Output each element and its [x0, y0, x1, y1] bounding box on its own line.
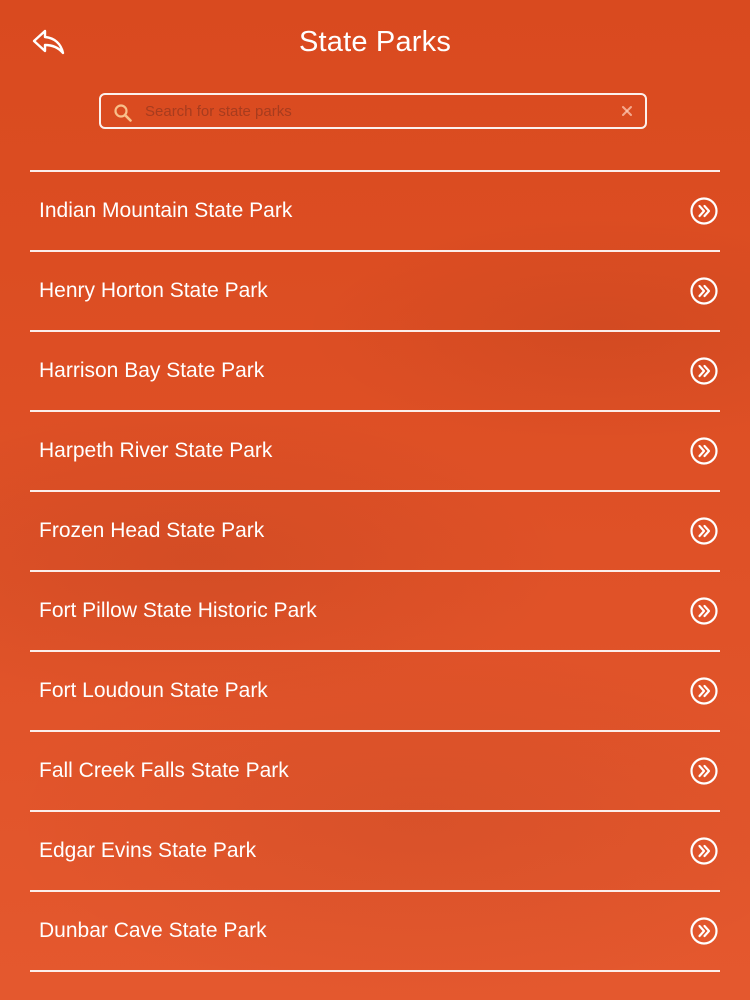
list-item-label: Frozen Head State Park [39, 519, 265, 542]
list-item[interactable]: Indian Mountain State Park [30, 172, 720, 252]
list-item[interactable]: Fort Pillow State Historic Park [30, 572, 720, 652]
list-item-label: Harpeth River State Park [39, 439, 273, 462]
search-icon [114, 104, 132, 122]
circle-double-chevron-right-icon[interactable] [689, 436, 719, 466]
list-item-label: Henry Horton State Park [39, 279, 268, 302]
list-item[interactable]: Harrison Bay State Park [30, 332, 720, 412]
list-item-label: Fort Loudoun State Park [39, 679, 268, 702]
list-item[interactable]: Harpeth River State Park [30, 412, 720, 492]
circle-double-chevron-right-icon[interactable] [689, 836, 719, 866]
circle-double-chevron-right-icon[interactable] [689, 276, 719, 306]
circle-double-chevron-right-icon[interactable] [689, 516, 719, 546]
circle-double-chevron-right-icon[interactable] [689, 756, 719, 786]
list-item[interactable]: Henry Horton State Park [30, 252, 720, 332]
list-item[interactable]: Dunbar Cave State Park [30, 892, 720, 972]
circle-double-chevron-right-icon[interactable] [689, 356, 719, 386]
list-item-label: Indian Mountain State Park [39, 199, 293, 222]
circle-double-chevron-right-icon[interactable] [689, 916, 719, 946]
list-item[interactable]: Frozen Head State Park [30, 492, 720, 572]
clear-icon[interactable] [619, 103, 635, 119]
list-item-label: Fall Creek Falls State Park [39, 759, 289, 782]
page-title: State Parks [298, 26, 452, 58]
list-item-label: Fort Pillow State Historic Park [39, 599, 317, 622]
list-item-label: Edgar Evins State Park [39, 839, 257, 862]
list-item[interactable]: Fort Loudoun State Park [30, 652, 720, 732]
list-item[interactable]: Fall Creek Falls State Park [30, 732, 720, 812]
state-parks-list: Indian Mountain State Park Henry Horton … [30, 170, 720, 972]
search-input[interactable] [145, 98, 605, 124]
circle-double-chevron-right-icon[interactable] [689, 676, 719, 706]
list-item-label: Dunbar Cave State Park [39, 919, 267, 942]
list-item[interactable]: Edgar Evins State Park [30, 812, 720, 892]
search-bar[interactable] [99, 93, 647, 129]
circle-double-chevron-right-icon[interactable] [689, 196, 719, 226]
circle-double-chevron-right-icon[interactable] [689, 596, 719, 626]
header: State Parks [0, 0, 750, 86]
list-item-label: Harrison Bay State Park [39, 359, 265, 382]
